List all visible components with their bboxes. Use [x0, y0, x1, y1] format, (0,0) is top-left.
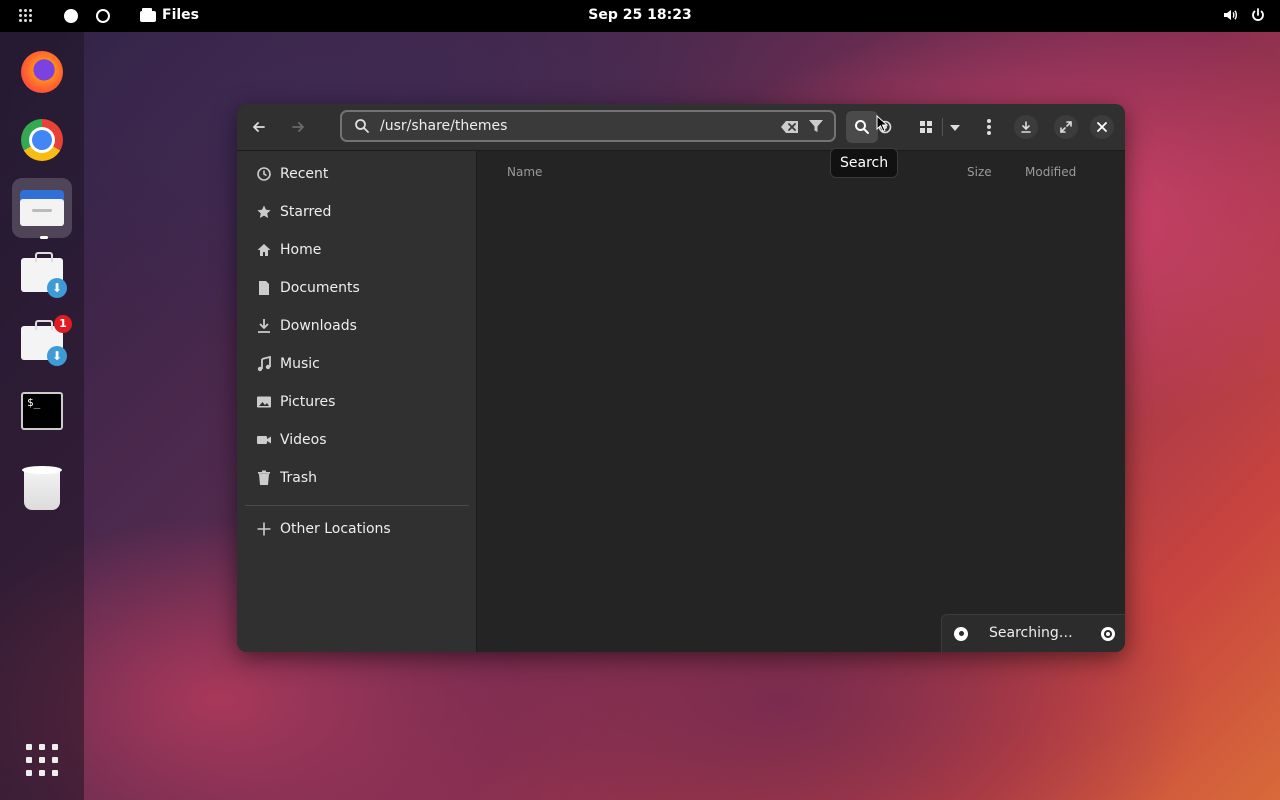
- picture-icon: [257, 396, 271, 408]
- sidebar-item-other-locations[interactable]: Other Locations: [237, 510, 476, 548]
- dock-chrome[interactable]: [12, 110, 72, 170]
- search-icon: [855, 120, 869, 134]
- document-icon: [259, 281, 269, 295]
- system-tray[interactable]: [1222, 7, 1266, 23]
- mouse-cursor-icon: [876, 115, 888, 132]
- power-icon: [1252, 8, 1264, 21]
- clear-text-icon[interactable]: [780, 119, 800, 135]
- close-button[interactable]: [1090, 115, 1114, 139]
- sidebar-item-label: Downloads: [280, 318, 357, 334]
- sidebar-item-trash[interactable]: Trash: [237, 459, 476, 497]
- sidebar: Recent Starred Home Documents Downloads …: [237, 151, 477, 652]
- sidebar-item-home[interactable]: Home: [237, 231, 476, 269]
- column-header-modified[interactable]: Modified: [1025, 165, 1076, 179]
- spinner-icon: [954, 627, 968, 641]
- arrow-left-icon: [253, 122, 265, 132]
- trash-icon: [258, 470, 270, 485]
- view-options-button[interactable]: [940, 112, 970, 142]
- search-status-text: Searching…: [989, 625, 1073, 641]
- dock-app-installer[interactable]: ⬇ 1: [12, 314, 72, 374]
- sidebar-divider: [245, 505, 469, 506]
- sidebar-item-label: Other Locations: [280, 521, 391, 537]
- top-bar: Files Sep 25 18:23: [0, 0, 1280, 32]
- download-icon: [1021, 121, 1031, 133]
- stop-search-icon[interactable]: [1101, 627, 1115, 641]
- close-icon: [1097, 122, 1107, 132]
- sidebar-item-label: Pictures: [280, 394, 336, 410]
- download-icon: [258, 319, 270, 333]
- column-header-name[interactable]: Name: [507, 165, 542, 179]
- dock-terminal[interactable]: $_: [12, 382, 72, 442]
- sidebar-item-starred[interactable]: Starred: [237, 193, 476, 231]
- header-bar: [237, 104, 1125, 151]
- arrow-right-icon: [292, 122, 304, 132]
- dock-software-updater[interactable]: ⬇: [12, 246, 72, 306]
- bag-download-icon: ⬇: [21, 252, 67, 298]
- location-bar[interactable]: [340, 110, 836, 142]
- dock-firefox[interactable]: [12, 42, 72, 102]
- star-icon: [257, 205, 271, 218]
- minimize-button[interactable]: [1014, 115, 1038, 139]
- search-icon: [355, 119, 369, 133]
- video-icon: [257, 436, 271, 444]
- terminal-icon: $_: [21, 392, 63, 430]
- files-window: Search Recent Starred Home Documents Dow…: [237, 104, 1125, 652]
- sidebar-item-label: Documents: [280, 280, 360, 296]
- volume-icon: [1224, 10, 1237, 20]
- sidebar-item-pictures[interactable]: Pictures: [237, 383, 476, 421]
- location-input[interactable]: [380, 112, 760, 140]
- music-icon: [257, 356, 271, 372]
- notification-badge: 1: [54, 315, 72, 333]
- filter-icon[interactable]: [808, 118, 824, 134]
- file-list-view[interactable]: Name Size Modified: [477, 151, 1125, 652]
- files-icon: [20, 190, 64, 226]
- home-icon: [257, 244, 271, 256]
- clock[interactable]: Sep 25 18:23: [0, 7, 1280, 23]
- back-button[interactable]: [244, 112, 274, 142]
- sidebar-item-label: Recent: [280, 166, 329, 182]
- sidebar-item-documents[interactable]: Documents: [237, 269, 476, 307]
- clock-icon: [257, 167, 271, 181]
- chrome-icon: [21, 119, 63, 161]
- sidebar-item-recent[interactable]: Recent: [237, 155, 476, 193]
- search-button[interactable]: [846, 111, 878, 143]
- show-apps-icon[interactable]: [26, 744, 58, 776]
- grid-view-button[interactable]: [911, 112, 941, 142]
- dock-files[interactable]: [12, 178, 72, 239]
- search-status-popup: Searching…: [941, 614, 1125, 652]
- main-menu-button[interactable]: [974, 112, 1004, 142]
- dock-trash[interactable]: [12, 458, 72, 518]
- running-indicator: [40, 236, 48, 239]
- expand-icon: [1060, 121, 1072, 133]
- forward-button[interactable]: [283, 112, 313, 142]
- sidebar-item-label: Music: [280, 356, 320, 372]
- sidebar-item-label: Videos: [280, 432, 327, 448]
- grid-view-icon: [920, 121, 932, 133]
- sidebar-item-label: Trash: [280, 470, 317, 486]
- sidebar-item-music[interactable]: Music: [237, 345, 476, 383]
- trash-icon: [22, 466, 62, 510]
- firefox-icon: [21, 51, 63, 93]
- chevron-down-icon: [950, 125, 960, 131]
- search-tooltip: Search: [830, 148, 899, 178]
- sidebar-item-label: Home: [280, 242, 322, 258]
- sidebar-item-label: Starred: [280, 204, 332, 220]
- plus-icon: [257, 522, 271, 536]
- maximize-button[interactable]: [1054, 115, 1078, 139]
- kebab-menu-icon: [987, 119, 991, 135]
- dock: ⬇ ⬇ 1 $_: [0, 32, 84, 800]
- sidebar-item-videos[interactable]: Videos: [237, 421, 476, 459]
- column-header-size[interactable]: Size: [967, 165, 992, 179]
- sidebar-item-downloads[interactable]: Downloads: [237, 307, 476, 345]
